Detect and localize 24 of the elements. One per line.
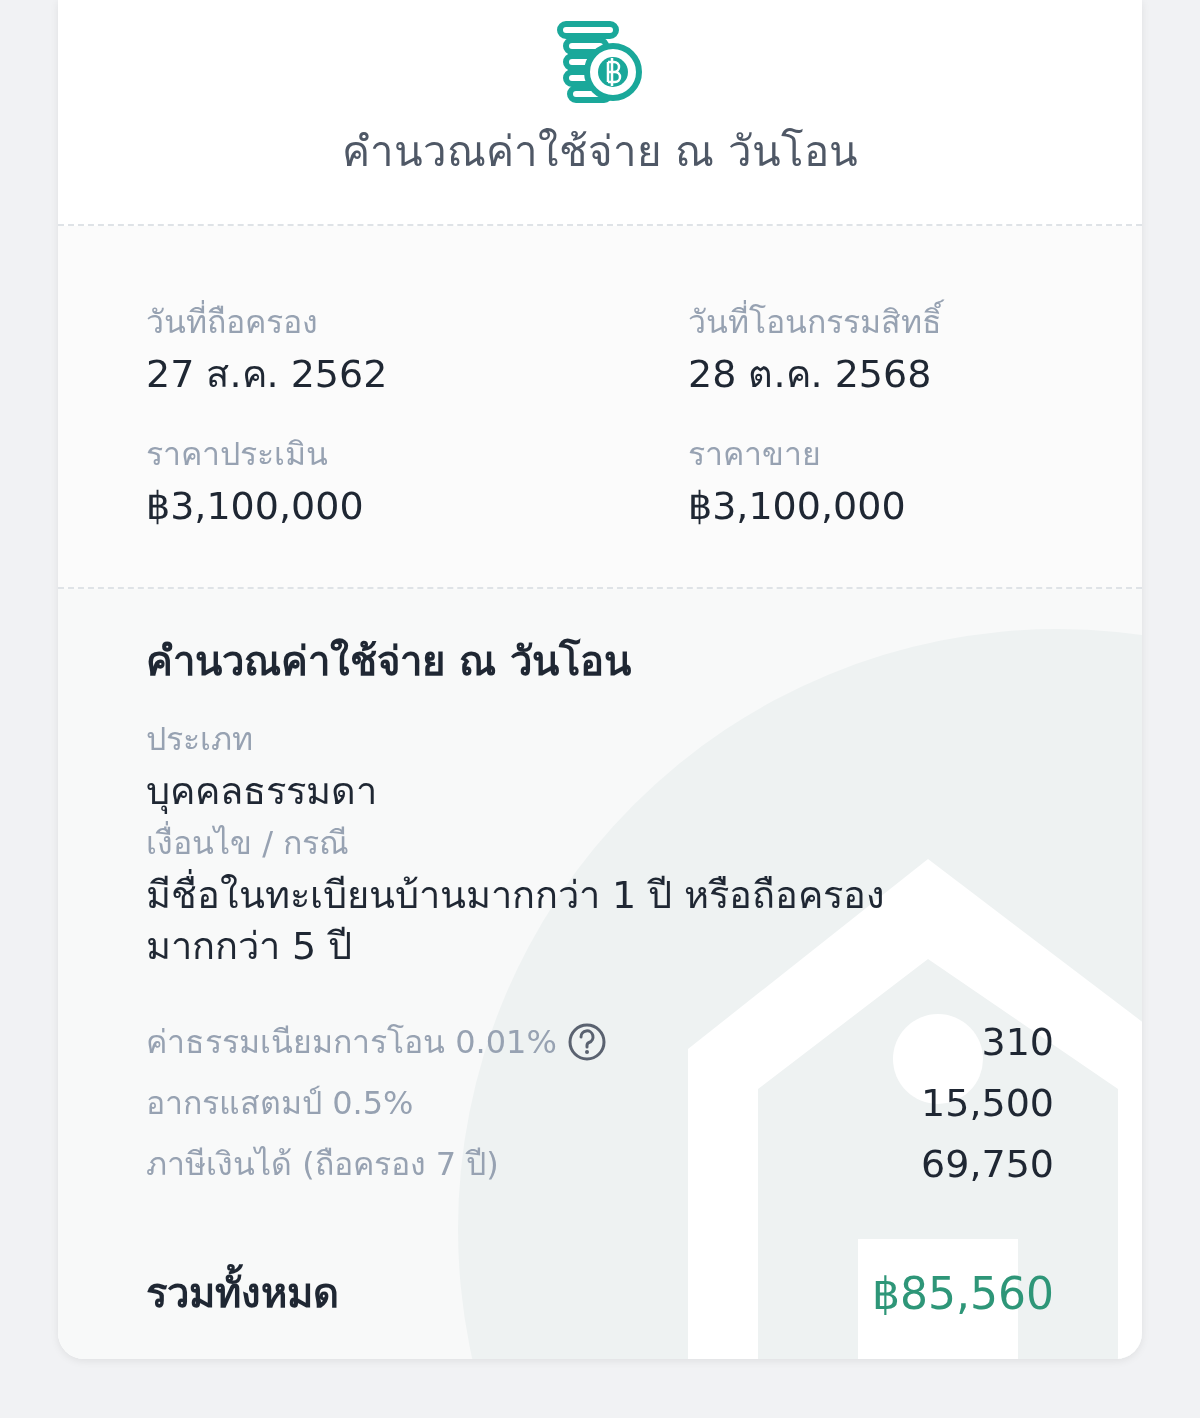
fee-label: ค่าธรรมเนียมการโอน 0.01% [146, 1022, 557, 1064]
total-label: รวมทั้งหมด [146, 1261, 339, 1326]
section-heading: คำนวณค่าใช้จ่าย ณ วันโอน [146, 636, 632, 686]
fee-amount: 15,500 [921, 1081, 1054, 1125]
field-value: ฿3,100,000 [688, 483, 907, 531]
field-label: ราคาประเมิน [146, 434, 329, 476]
fee-label: ภาษีเงินได้ (ถือครอง 7 ปี) [146, 1144, 499, 1186]
card-title: คำนวณค่าใช้จ่าย ณ วันโอน [342, 126, 858, 178]
fee-amount: 69,750 [921, 1142, 1054, 1186]
field-label: วันที่โอนกรรมสิทธิ์ [688, 296, 1054, 347]
field-label: วันที่ถือครอง [146, 296, 688, 347]
detail-label: เงื่อนไข / กรณี [146, 820, 351, 864]
detail-value: บุคคลธรรมดา [146, 767, 378, 816]
detail-value: มีชื่อในทะเบียนบ้านมากกว่า 1 ปี หรือถือครองมากกว่า 5 ปี [146, 869, 1006, 973]
field-value: 27 ส.ค. 2562 [146, 351, 389, 398]
field-value: 28 ต.ค. 2568 [688, 351, 933, 398]
help-icon[interactable] [566, 1022, 607, 1062]
fee-amount: 310 [981, 1020, 1054, 1064]
detail-label: ประเภท [146, 718, 254, 760]
field-value: ฿3,100,000 [146, 483, 365, 531]
coins-icon [556, 20, 644, 104]
total-amount: ฿85,560 [872, 1268, 1054, 1319]
fee-label: อากรแสตมป์ 0.5% [146, 1083, 414, 1125]
field-label: ราคาขาย [688, 434, 822, 476]
